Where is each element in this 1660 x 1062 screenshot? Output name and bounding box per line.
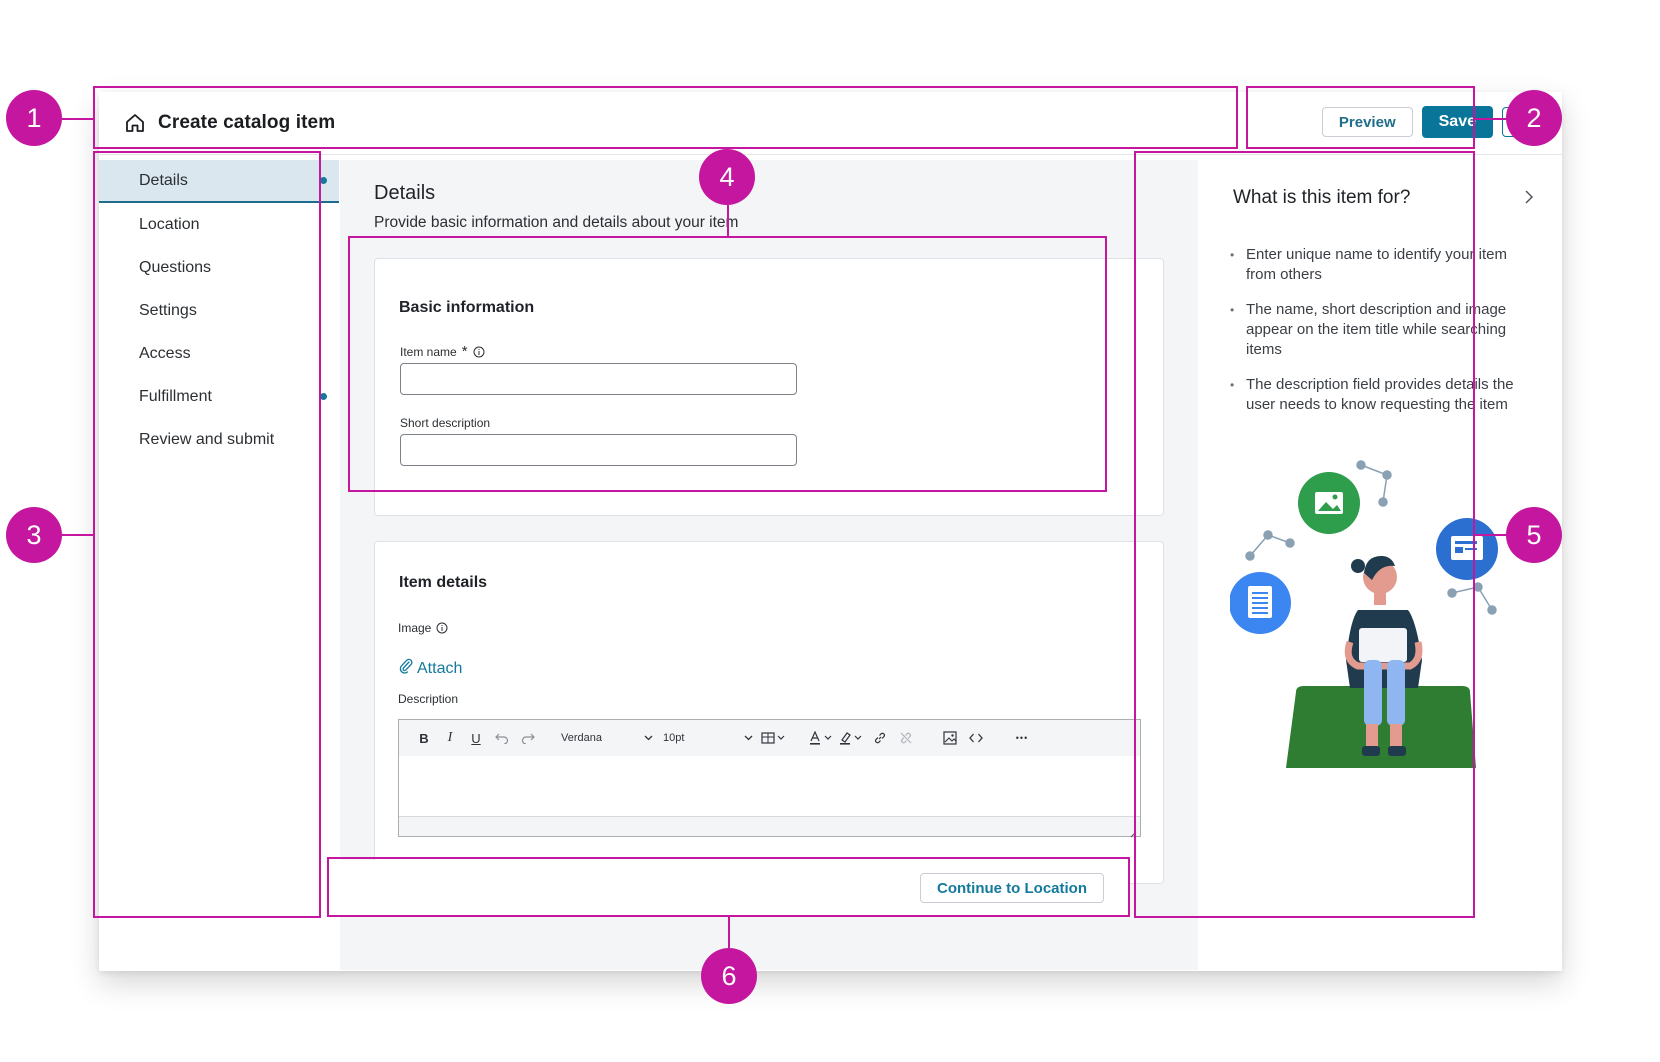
nav-item-label: Location (139, 215, 200, 233)
nav-item-label: Details (139, 171, 188, 189)
item-name-input[interactable] (400, 363, 797, 395)
short-description-label: Short description (400, 416, 490, 430)
annotation-badge-6: 6 (701, 948, 757, 1004)
footer-bar: Continue to Location (330, 860, 1130, 915)
bold-button[interactable]: B (413, 727, 435, 749)
help-list-item: Enter unique name to identify your item … (1230, 245, 1530, 285)
nav-item-access[interactable]: Access (99, 332, 339, 375)
card-title: Item details (399, 574, 488, 591)
page-title: Create catalog item (158, 112, 336, 133)
home-icon[interactable] (124, 112, 146, 134)
annotation-badge-5: 5 (1506, 507, 1562, 563)
help-list-item: The description field provides details t… (1230, 375, 1530, 415)
info-icon[interactable] (473, 346, 485, 358)
required-icon: * (461, 343, 468, 360)
font-family-select[interactable]: Verdana (561, 732, 653, 744)
chevron-down-icon (744, 735, 753, 741)
help-list-item: The name, short description and image ap… (1230, 300, 1530, 360)
help-list: Enter unique name to identify your item … (1230, 245, 1530, 430)
main-content: Details Provide basic information and de… (340, 160, 1198, 970)
link-icon[interactable] (869, 727, 891, 749)
section-subtitle: Provide basic information and details ab… (374, 214, 739, 231)
header-bar: Create catalog item Preview Save ⋮ (99, 92, 1562, 155)
nav-item-details[interactable]: Details (99, 160, 339, 203)
section-title: Details (374, 182, 436, 204)
font-size-select[interactable]: 10pt (663, 732, 753, 744)
unlink-icon[interactable] (895, 727, 917, 749)
status-dot-icon (320, 177, 327, 184)
annotation-badge-4: 4 (699, 149, 755, 205)
short-description-input[interactable] (400, 434, 797, 466)
continue-to-location-button[interactable]: Continue to Location (920, 873, 1104, 903)
annotation-connector (1475, 118, 1508, 120)
paperclip-icon (399, 658, 413, 679)
field-label-text: Short description (400, 416, 491, 430)
status-dot-icon (320, 393, 327, 400)
nav-item-location[interactable]: Location (99, 203, 339, 246)
save-button[interactable]: Save (1421, 106, 1493, 138)
chevron-down-icon (644, 735, 653, 741)
nav-item-label: Access (139, 344, 191, 362)
annotation-connector (1475, 534, 1508, 536)
nav-item-label: Review and submit (139, 430, 275, 448)
chevron-right-icon[interactable] (1522, 189, 1536, 205)
source-code-icon[interactable] (965, 727, 987, 749)
annotation-connector (727, 205, 729, 236)
editor-toolbar: B I U Verdana 10pt ••• (399, 720, 1140, 756)
field-label-text: Image (398, 621, 432, 635)
text-color-icon[interactable] (809, 727, 835, 749)
attach-link[interactable]: Attach (399, 658, 462, 679)
redo-icon[interactable] (517, 727, 539, 749)
card-title: Basic information (399, 299, 535, 316)
help-panel: What is this item for? Enter unique name… (1200, 160, 1562, 970)
resize-handle-icon[interactable] (1129, 825, 1137, 838)
font-family-value: Verdana (561, 732, 602, 744)
header-actions: Preview Save ⋮ (1321, 106, 1532, 138)
nav-item-review-and-submit[interactable]: Review and submit (99, 418, 339, 461)
annotation-badge-2: 2 (1506, 90, 1562, 146)
undo-icon[interactable] (491, 727, 513, 749)
annotation-badge-1: 1 (6, 90, 62, 146)
description-editor-body[interactable] (399, 756, 1140, 816)
nav-item-label: Settings (139, 301, 197, 319)
editor-status-bar (399, 816, 1140, 838)
nav-item-label: Fulfillment (139, 387, 212, 405)
annotation-connector (728, 917, 730, 948)
basic-information-card: Basic information Item name * Short desc… (374, 258, 1164, 516)
annotation-connector (62, 118, 93, 120)
step-navigation: Details Location Questions Settings Acce… (99, 160, 339, 970)
image-label: Image (398, 621, 448, 635)
more-tools-icon[interactable]: ••• (1011, 727, 1033, 749)
item-details-card: Item details Image Attach Description B … (374, 541, 1164, 884)
nav-item-settings[interactable]: Settings (99, 289, 339, 332)
nav-item-questions[interactable]: Questions (99, 246, 339, 289)
font-size-value: 10pt (663, 732, 685, 744)
field-label-text: Item name (400, 345, 457, 359)
person-with-laptop-illustration (1230, 460, 1498, 768)
insert-image-icon[interactable] (939, 727, 961, 749)
annotation-connector (62, 534, 93, 536)
preview-button[interactable]: Preview (1321, 107, 1413, 137)
item-name-label: Item name * (400, 343, 485, 360)
header-title-group: Create catalog item (124, 112, 335, 134)
description-label: Description (398, 692, 458, 706)
help-title: What is this item for? (1233, 187, 1411, 208)
italic-button[interactable]: I (439, 727, 461, 749)
attach-label: Attach (417, 659, 463, 677)
highlight-color-icon[interactable] (839, 727, 865, 749)
table-icon[interactable] (761, 727, 787, 749)
section-header: Details Provide basic information and de… (374, 182, 738, 232)
field-label-text: Description (398, 692, 459, 706)
annotation-badge-3: 3 (6, 507, 62, 563)
nav-item-label: Questions (139, 258, 212, 276)
info-icon[interactable] (436, 622, 448, 634)
underline-button[interactable]: U (465, 727, 487, 749)
nav-item-fulfillment[interactable]: Fulfillment (99, 375, 339, 418)
rich-text-editor: B I U Verdana 10pt ••• (398, 719, 1141, 838)
